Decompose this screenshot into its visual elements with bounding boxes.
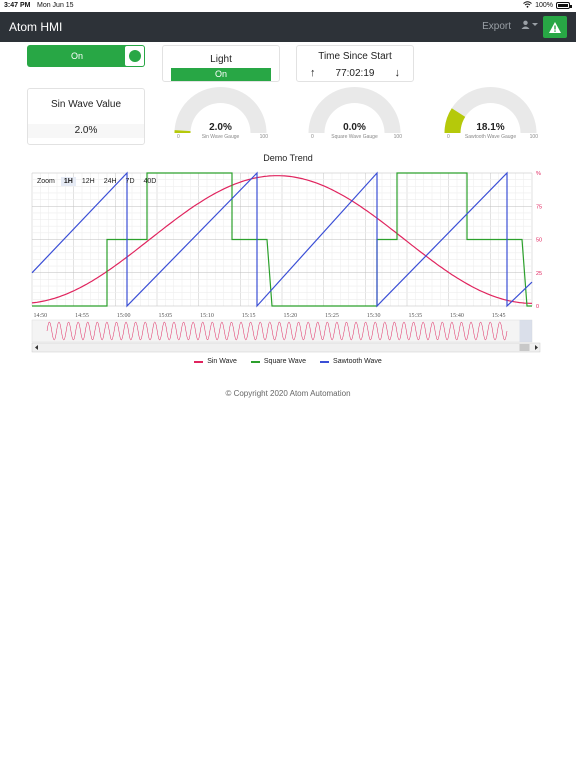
status-dot-icon (128, 50, 141, 62)
status-right: 100% (523, 1, 572, 10)
sin-wave-gauge: 2.0% 0 Sin Wave Gauge 100 (168, 85, 273, 145)
sin-value-title: Sin Wave Value (50, 99, 122, 110)
app-title[interactable]: Atom HMI (9, 20, 62, 34)
chart-legend: Sin Wave Square Wave Sawtooth Wave (0, 358, 576, 365)
x-tick-label: 15:45 (492, 313, 506, 319)
light-status-badge: On (171, 68, 271, 81)
status-date: Mon Jun 15 (37, 2, 74, 9)
zoom-24h-button[interactable]: 24H (101, 177, 120, 186)
wifi-icon (523, 1, 532, 10)
sawtooth-wave-gauge: 18.1% 0 Sawtooth Wave Gauge 100 (438, 85, 543, 145)
toggle-knob[interactable] (125, 46, 144, 66)
sin-value-card: Sin Wave Value 2.0% (27, 88, 145, 145)
top-navbar: Atom HMI Export (0, 12, 576, 42)
y-tick-label: 25 (536, 271, 542, 277)
user-icon (521, 20, 530, 29)
x-tick-label: 15:30 (367, 313, 381, 319)
gauge-max: 100 (529, 134, 538, 140)
export-link[interactable]: Export (482, 21, 511, 32)
caret-down-icon (532, 22, 538, 26)
power-toggle[interactable]: On (27, 45, 145, 67)
x-tick-label: 15:05 (158, 313, 172, 319)
legend-square-wave[interactable]: Square Wave (250, 358, 306, 365)
sin-value-readout: 2.0% (28, 124, 144, 138)
y-tick-label: 50 (536, 238, 542, 244)
status-time: 3:47 PM (4, 2, 31, 9)
copyright-text: © Copyright 2020 Atom Automation (225, 389, 351, 398)
zoom-label: Zoom (37, 178, 55, 185)
x-tick-label: 14:55 (75, 313, 89, 319)
warning-icon (549, 21, 561, 33)
zoom-40d-button[interactable]: 40D (141, 177, 160, 186)
time-since-start-card: Time Since Start ↑ 77:02:19 ↓ (296, 45, 414, 82)
gauge-max: 100 (259, 134, 268, 140)
battery-percent: 100% (535, 2, 553, 9)
battery-icon (556, 2, 572, 9)
alert-button[interactable] (543, 16, 567, 38)
zoom-1h-button[interactable]: 1H (60, 177, 76, 186)
x-tick-label: 15:25 (325, 313, 339, 319)
x-tick-label: 15:35 (408, 313, 422, 319)
x-tick-label: 15:40 (450, 313, 464, 319)
x-tick-label: 15:10 (200, 313, 214, 319)
y-tick-label: % (536, 171, 541, 177)
scrollbar-thumb[interactable] (519, 344, 530, 351)
gauge-label: Square Wave Gauge (331, 134, 378, 140)
gauge-max: 100 (393, 134, 402, 140)
trend-title: Demo Trend (263, 153, 313, 163)
y-tick-label: 75 (536, 204, 542, 210)
status-bar: 3:47 PM Mon Jun 15 100% (0, 0, 576, 12)
zoom-7d-button[interactable]: 7D (123, 177, 138, 186)
gauge-value: 2.0% (209, 122, 232, 133)
zoom-12h-button[interactable]: 12H (79, 177, 98, 186)
legend-sawtooth-wave[interactable]: Sawtooth Wave (320, 358, 382, 365)
y-tick-label: 0 (536, 304, 539, 310)
gauge-value: 18.1% (476, 122, 505, 133)
x-tick-label: 15:15 (242, 313, 256, 319)
x-tick-label: 15:00 (117, 313, 131, 319)
light-title: Light (210, 54, 232, 65)
scrollbar-track[interactable] (31, 342, 541, 353)
time-since-start-title: Time Since Start (318, 51, 392, 62)
zoom-controls: Zoom 1H 12H 24H 7D 40D (34, 177, 159, 186)
x-tick-label: 14:50 (33, 313, 47, 319)
trend-chart[interactable]: 0 25 50 75% 14:50 14:55 15:00 15:05 15:10 15:15 15… (30, 170, 546, 360)
gauge-label: Sawtooth Wave Gauge (464, 134, 517, 140)
arrow-down-icon[interactable]: ↓ (395, 67, 401, 79)
user-menu[interactable] (521, 20, 538, 29)
gauge-value: 0.0% (343, 122, 366, 133)
toggle-label: On (70, 51, 83, 61)
square-wave-gauge: 0.0% 0 Square Wave Gauge 100 (302, 85, 407, 145)
legend-sin-wave[interactable]: Sin Wave (194, 358, 237, 365)
gauge-label: Sin Wave Gauge (201, 134, 240, 140)
navigator-handle[interactable] (519, 320, 533, 342)
x-tick-label: 15:20 (283, 313, 297, 319)
light-card: Light On (162, 45, 280, 82)
